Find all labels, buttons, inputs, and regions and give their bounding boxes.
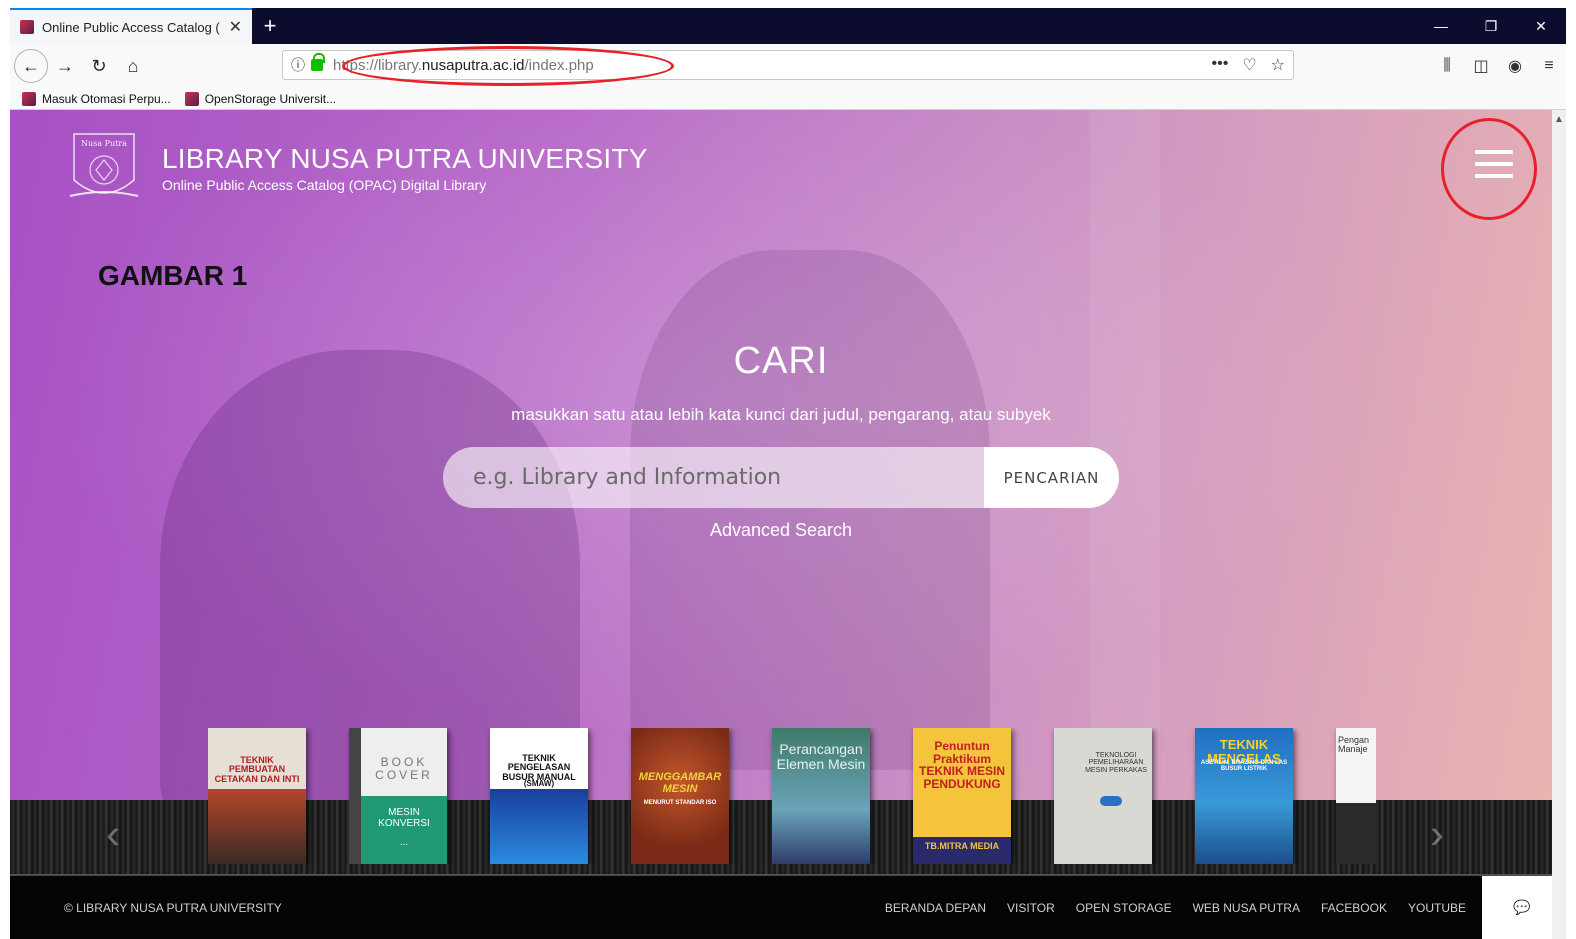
footer-link-youtube[interactable]: YOUTUBE [1408, 901, 1466, 915]
favicon-icon [184, 91, 199, 106]
favicon-icon [20, 20, 34, 34]
book-subtitle: ASETILIN, BRAZING DAN LAS BUSUR LISTRIK [1200, 760, 1288, 773]
book-cover[interactable]: BOOK COVER MESIN KONVERSI ... [349, 728, 447, 864]
search-button[interactable]: PENCARIAN [984, 447, 1119, 508]
book-extra: ... [399, 837, 409, 848]
favicon-icon [22, 91, 36, 106]
university-seal-icon: Nusa Putra [66, 130, 142, 206]
back-button[interactable]: ← [14, 49, 48, 83]
page-content: Nusa Putra LIBRARY NUSA PUTRA UNIVERSITY… [10, 110, 1552, 939]
book-cover[interactable]: TEKNIK MENGELAS ASETILIN, BRAZING DAN LA… [1195, 728, 1293, 864]
footer-link-visitor[interactable]: VISITOR [1007, 901, 1055, 915]
bookmark-star-icon[interactable]: ☆ [1271, 55, 1285, 75]
book-title: Pengan Manaje [1338, 735, 1370, 755]
book-subtitle: (SMAW) [523, 779, 555, 788]
account-icon[interactable]: ◉ [1498, 56, 1532, 76]
book-cover[interactable]: Pengan Manaje [1336, 728, 1376, 864]
tab-opac[interactable]: Online Public Access Catalog ( ✕ [10, 8, 252, 44]
bookmark-label: Masuk Otomasi Perpu... [42, 91, 171, 106]
chat-icon[interactable]: 💬 [1482, 876, 1552, 939]
more-actions-icon[interactable]: ••• [1212, 55, 1229, 75]
restore-icon[interactable]: ❐ [1466, 8, 1516, 44]
annotation-label: GAMBAR 1 [98, 260, 248, 291]
search-input[interactable] [443, 447, 1003, 508]
lock-icon[interactable] [311, 53, 325, 71]
footer-link-facebook[interactable]: FACEBOOK [1321, 901, 1387, 915]
site-subtitle: Online Public Access Catalog (OPAC) Digi… [162, 177, 487, 193]
carousel-next-icon[interactable]: › [1430, 810, 1444, 858]
reload-button[interactable]: ↻ [82, 49, 116, 83]
new-tab-button[interactable]: + [252, 8, 288, 44]
sidebar-icon[interactable]: ◫ [1464, 56, 1498, 76]
scroll-up-icon[interactable]: ▲ [1554, 114, 1564, 125]
forward-button[interactable]: → [48, 49, 82, 83]
menu-icon[interactable]: ≡ [1532, 57, 1566, 75]
page-scrollbar[interactable]: ▲ [1552, 110, 1566, 939]
footer-links: BERANDA DEPAN VISITOR OPEN STORAGE WEB N… [885, 901, 1466, 915]
footer-link-beranda[interactable]: BERANDA DEPAN [885, 901, 986, 915]
book-carousel: TEKNIK PEMBUATAN CETAKAN DAN INTI BOOK C… [208, 728, 1376, 864]
site-brand[interactable]: Nusa Putra LIBRARY NUSA PUTRA UNIVERSITY… [66, 130, 648, 206]
search-section: CARI masukkan satu atau lebih kata kunci… [10, 340, 1552, 541]
book-title: TEKNIK PEMBUATAN CETAKAN DAN INTI [214, 755, 300, 784]
book-cover[interactable]: TEKNIK PEMBUATAN CETAKAN DAN INTI [208, 728, 306, 864]
site-title: LIBRARY NUSA PUTRA UNIVERSITY [162, 143, 648, 174]
bookmark-label: OpenStorage Universit... [204, 91, 337, 106]
bookmark-otomasi[interactable]: Masuk Otomasi Perpu... [22, 91, 171, 106]
book-title: BOOK COVER [375, 755, 433, 782]
book-subtitle: MESIN KONVERSI [378, 807, 430, 829]
bookmark-openstorage[interactable]: OpenStorage Universit... [184, 91, 337, 106]
pocket-icon[interactable]: ♡ [1242, 55, 1256, 75]
seal-text: Nusa Putra [81, 139, 127, 148]
book-cover[interactable]: Penuntun Praktikum TEKNIK MESIN PENDUKUN… [913, 728, 1011, 864]
book-subtitle: TB.MITRA MEDIA [924, 841, 1000, 851]
browser-chrome: Online Public Access Catalog ( ✕ + — ❐ ✕… [10, 8, 1566, 110]
book-cover[interactable]: TEKNIK PENGELASAN BUSUR MANUAL (SMAW) [490, 728, 588, 864]
book-title: Penuntun Praktikum TEKNIK MESIN PENDUKUN… [918, 739, 1005, 791]
minimize-icon[interactable]: — [1416, 8, 1466, 44]
search-hint: masukkan satu atau lebih kata kunci dari… [511, 405, 1051, 424]
footer-link-web-nusa-putra[interactable]: WEB NUSA PUTRA [1193, 901, 1300, 915]
tab-bar: Online Public Access Catalog ( ✕ + — ❐ ✕ [10, 8, 1566, 44]
menu-annotation-ring [1441, 118, 1537, 220]
search-form: PENCARIAN [443, 447, 1119, 508]
book-title: Perancangan Elemen Mesin [776, 741, 866, 772]
advanced-search-link[interactable]: Advanced Search [10, 520, 1552, 541]
book-cover[interactable]: TEKNOLOGI PEMELIHARAAN MESIN PERKAKAS [1054, 728, 1152, 864]
book-title: MENGGAMBAR MESIN [638, 771, 722, 795]
carousel-prev-icon[interactable]: ‹ [106, 810, 120, 858]
book-subtitle: MENURUT STANDAR ISO [643, 800, 717, 806]
footer-link-open-storage[interactable]: OPEN STORAGE [1076, 901, 1172, 915]
url-annotation-ring [342, 46, 674, 86]
library-icon[interactable]: ⫼ [1430, 57, 1464, 75]
info-icon[interactable]: ⓘ [291, 55, 305, 75]
book-title: TEKNOLOGI PEMELIHARAAN MESIN PERKAKAS [1085, 752, 1147, 774]
home-button[interactable]: ⌂ [116, 49, 150, 83]
copyright-text: © LIBRARY NUSA PUTRA UNIVERSITY [64, 900, 282, 915]
search-heading: CARI [733, 340, 829, 382]
window-controls: — ❐ ✕ [1416, 8, 1566, 44]
tab-title: Online Public Access Catalog ( [42, 19, 220, 35]
close-window-icon[interactable]: ✕ [1516, 8, 1566, 44]
bookmarks-toolbar: Masuk Otomasi Perpu... OpenStorage Unive… [10, 88, 1566, 110]
nav-bar: ← → ↻ ⌂ ⓘ https://library. nusaputra.ac.i… [10, 44, 1566, 88]
site-footer: © LIBRARY NUSA PUTRA UNIVERSITY BERANDA … [10, 876, 1552, 939]
close-tab-icon[interactable]: ✕ [229, 17, 242, 37]
book-cover[interactable]: Perancangan Elemen Mesin [772, 728, 870, 864]
book-cover[interactable]: MENGGAMBAR MESIN MENURUT STANDAR ISO [631, 728, 729, 864]
